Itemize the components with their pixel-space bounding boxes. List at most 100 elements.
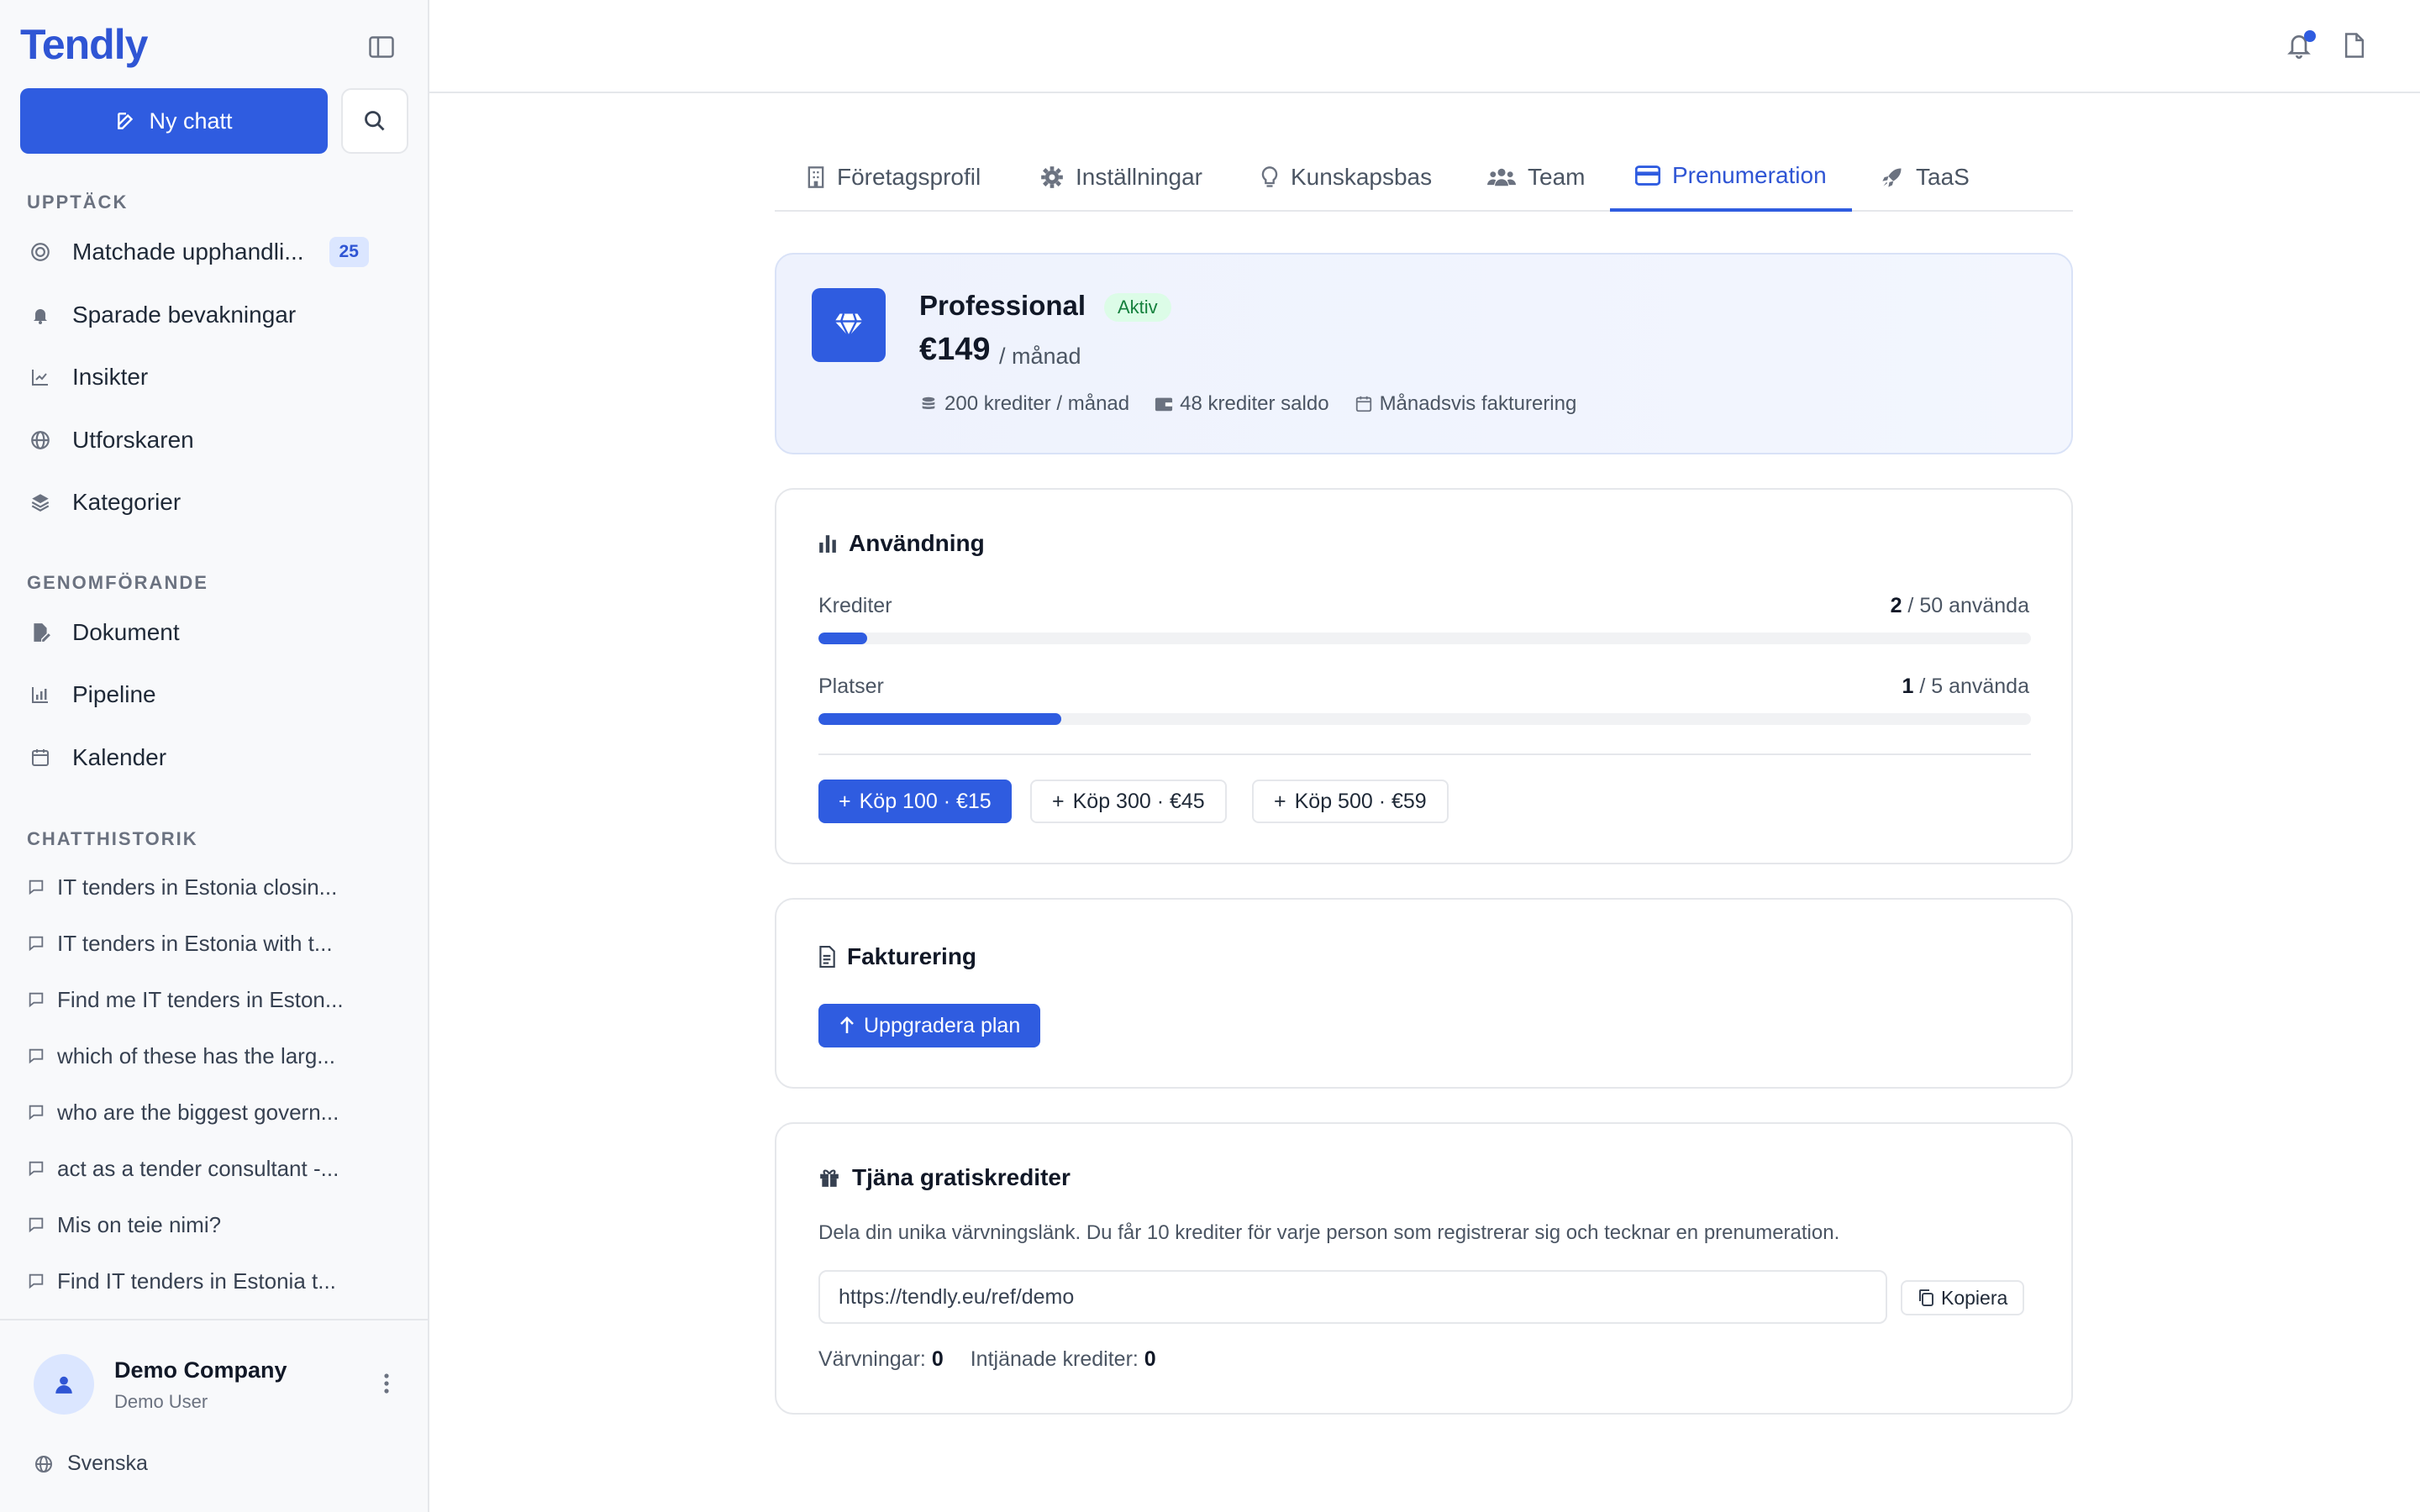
chat-history-label: IT tenders in Estonia closin... [57, 874, 338, 900]
seats-total: / 5 använda [1919, 675, 2029, 698]
tab-taas[interactable]: TaaS [1881, 143, 1970, 212]
tab-knowledge-base[interactable]: Kunskapsbas [1260, 143, 1432, 212]
plus-icon: + [839, 789, 851, 813]
sidebar-item-label: Sparade bevakningar [72, 302, 297, 328]
upgrade-plan-button[interactable]: Uppgradera plan [818, 1004, 1041, 1047]
plan-name: Professional [919, 290, 1086, 321]
lightbulb-icon [1261, 166, 1278, 187]
chat-history-label: IT tenders in Estonia with t... [57, 930, 333, 956]
chat-history-item[interactable]: who are the biggest govern... [27, 1094, 339, 1131]
sidebar-item-explorer[interactable]: Utforskaren [27, 419, 194, 461]
language-selector[interactable]: Svenska [34, 1452, 148, 1476]
chat-history-item[interactable]: Find me IT tenders in Eston... [27, 981, 344, 1018]
tab-label: Kunskapsbas [1291, 164, 1433, 190]
status-badge: Aktiv [1104, 293, 1171, 322]
usage-card: Användning Krediter 2 / 50 använda Plats… [775, 488, 2073, 864]
buy-500-credits-button[interactable]: + Köp 500 · €59 [1252, 780, 1449, 823]
search-button[interactable] [341, 88, 408, 154]
tab-subscription[interactable]: Prenumeration [1610, 143, 1852, 212]
gear-icon [1041, 166, 1063, 188]
app-logo[interactable]: Tendly [20, 20, 148, 69]
sidebar-item-pipeline[interactable]: Pipeline [27, 674, 156, 716]
chat-history-label: which of these has the larg... [57, 1042, 335, 1068]
buy-100-credits-button[interactable]: + Köp 100 · €15 [818, 780, 1012, 823]
credits-progress-bar [818, 633, 2031, 644]
wallet-icon [1155, 397, 1173, 412]
chat-bubble-icon [29, 1048, 44, 1064]
credits-balance-label: 48 krediter saldo [1180, 392, 1329, 415]
credit-card-icon [1635, 165, 1660, 186]
chat-history-item[interactable]: which of these has the larg... [27, 1037, 335, 1074]
referral-link-field[interactable] [818, 1270, 1887, 1324]
sidebar-item-categories[interactable]: Kategorier [27, 481, 181, 523]
globe-icon [35, 1455, 52, 1473]
buy-100-label: Köp 100 · €15 [859, 789, 992, 813]
tab-team[interactable]: Team [1487, 143, 1585, 212]
chat-history-item[interactable]: IT tenders in Estonia with t... [27, 925, 333, 962]
copy-link-button[interactable]: Kopiera [1901, 1280, 2025, 1315]
billing-title-label: Fakturering [847, 943, 977, 969]
avatar[interactable] [34, 1354, 94, 1415]
calendar-icon [1355, 396, 1371, 412]
sidebar-item-documents[interactable]: Dokument [27, 612, 180, 654]
referral-card: Tjäna gratiskrediter Dela din unika värv… [775, 1122, 2073, 1415]
chat-history-item[interactable]: act as a tender consultant -... [27, 1150, 339, 1187]
edit-icon [118, 113, 134, 129]
chat-bubble-icon [29, 1217, 44, 1233]
sidebar-item-label: Pipeline [72, 681, 156, 707]
billing-frequency: Månadsvis fakturering [1355, 392, 1577, 416]
chat-history-item[interactable]: Mis on teie nimi? [27, 1206, 221, 1243]
plan-period: / månad [999, 344, 1081, 369]
sidebar-item-matched-tenders[interactable]: Matchade upphandli... 25 [27, 231, 369, 273]
more-options-icon[interactable] [383, 1373, 390, 1399]
new-chat-button[interactable]: Ny chatt [20, 88, 328, 154]
chat-history-label: who are the biggest govern... [57, 1099, 339, 1125]
user-icon [55, 1376, 72, 1394]
globe-icon [27, 427, 54, 454]
seats-progress-bar [818, 713, 2031, 725]
copy-link-label: Kopiera [1941, 1286, 2008, 1309]
tab-company-profile[interactable]: Företagsprofil [807, 143, 981, 212]
chat-bubble-icon [29, 1105, 44, 1121]
plan-price: €149 [919, 332, 991, 367]
chat-history-item[interactable]: Find IT tenders in Estonia t... [27, 1263, 336, 1299]
usage-title: Användning [818, 530, 985, 557]
invoice-icon [819, 946, 835, 968]
language-label: Svenska [67, 1452, 148, 1475]
chat-history-item[interactable]: IT tenders in Estonia closin... [27, 869, 337, 906]
billing-frequency-label: Månadsvis fakturering [1379, 392, 1577, 415]
chat-bubble-icon [29, 1161, 44, 1177]
sidebar-item-label: Utforskaren [72, 427, 194, 453]
earned-value: 0 [1144, 1347, 1156, 1371]
section-label-discover: UPPTÄCK [27, 192, 129, 213]
seats-used: 1 [1902, 675, 1914, 698]
chat-history-label: Find IT tenders in Estonia t... [57, 1268, 336, 1294]
divider [818, 753, 2031, 755]
top-bar [429, 0, 2420, 93]
billing-card: Fakturering Uppgradera plan [775, 898, 2073, 1089]
tab-settings[interactable]: Inställningar [1040, 143, 1202, 212]
new-chat-label: Ny chatt [149, 108, 233, 134]
referral-stats: Värvningar: 0 Intjänade krediter: 0 [818, 1347, 1156, 1372]
sidebar-item-insights[interactable]: Insikter [27, 356, 148, 398]
referrals-count: Värvningar: 0 [818, 1347, 944, 1372]
chat-bubble-icon [29, 1273, 44, 1289]
bar-chart-icon [27, 681, 54, 708]
sidebar-item-label: Insikter [72, 364, 149, 390]
sidebar-item-label: Kategorier [72, 489, 182, 515]
credits-per-month: 200 krediter / månad [919, 392, 1129, 416]
document-icon[interactable] [2343, 32, 2366, 63]
sidebar-toggle-icon[interactable] [365, 30, 398, 64]
bar-chart-icon [819, 535, 836, 553]
target-icon [27, 239, 54, 265]
sidebar-item-saved-watches[interactable]: Sparade bevakningar [27, 294, 296, 336]
users-icon [1487, 168, 1516, 186]
usage-title-label: Användning [849, 530, 985, 556]
account-panel: Demo Company Demo User Svenska [0, 1319, 428, 1512]
credits-balance: 48 krediter saldo [1155, 392, 1329, 416]
count-badge: 25 [329, 237, 369, 267]
sidebar-item-label: Dokument [72, 619, 180, 645]
sidebar-item-calendar[interactable]: Kalender [27, 737, 166, 779]
buy-300-credits-button[interactable]: + Köp 300 · €45 [1030, 780, 1227, 823]
sidebar-item-label: Matchade upphandli... [72, 239, 304, 265]
